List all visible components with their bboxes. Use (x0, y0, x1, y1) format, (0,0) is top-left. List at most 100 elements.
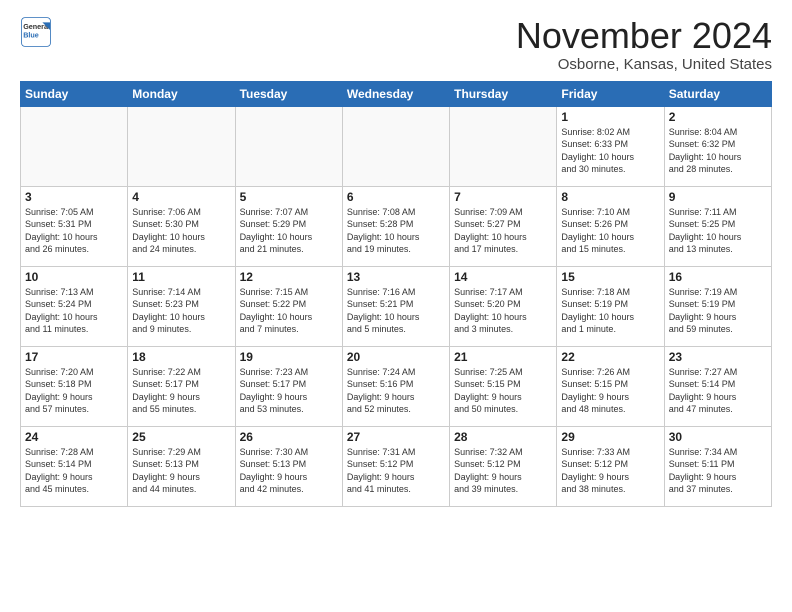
weekday-header-saturday: Saturday (664, 81, 771, 106)
day-number: 13 (347, 270, 445, 284)
day-cell: 26Sunrise: 7:30 AM Sunset: 5:13 PM Dayli… (235, 426, 342, 506)
svg-text:Blue: Blue (23, 31, 39, 40)
weekday-header-sunday: Sunday (21, 81, 128, 106)
day-info: Sunrise: 7:20 AM Sunset: 5:18 PM Dayligh… (25, 366, 123, 416)
day-cell: 12 Sunrise: 7:15 AM Sunset: 5:22 PM Dayli… (235, 266, 342, 346)
day-cell: 5Sunrise: 7:07 AM Sunset: 5:29 PM Daylig… (235, 186, 342, 266)
day-cell (21, 106, 128, 186)
day-info: Sunrise: 7:13 AM Sunset: 5:24 PM Dayligh… (25, 286, 123, 336)
day-cell: 22 Sunrise: 7:26 AM Sunset: 5:15 PM Dayli… (557, 346, 664, 426)
calendar: SundayMondayTuesdayWednesdayThursdayFrid… (20, 81, 772, 507)
weekday-header-friday: Friday (557, 81, 664, 106)
day-cell: 15 Sunrise: 7:18 AM Sunset: 5:19 PM Dayli… (557, 266, 664, 346)
day-info: Sunrise: 7:11 AM Sunset: 5:25 PM Dayligh… (669, 206, 767, 256)
week-row-1: 3Sunrise: 7:05 AM Sunset: 5:31 PM Daylig… (21, 186, 772, 266)
day-cell: 6 Sunrise: 7:08 AM Sunset: 5:28 PM Daylig… (342, 186, 449, 266)
day-info: Sunrise: 7:10 AM Sunset: 5:26 PM Dayligh… (561, 206, 659, 256)
day-info: Sunrise: 7:22 AM Sunset: 5:17 PM Dayligh… (132, 366, 230, 416)
logo-icon: General Blue (20, 16, 52, 48)
day-cell (128, 106, 235, 186)
day-cell: 7Sunrise: 7:09 AM Sunset: 5:27 PM Daylig… (450, 186, 557, 266)
day-info: Sunrise: 7:19 AM Sunset: 5:19 PM Dayligh… (669, 286, 767, 336)
day-number: 26 (240, 430, 338, 444)
day-number: 21 (454, 350, 552, 364)
day-cell: 19 Sunrise: 7:23 AM Sunset: 5:17 PM Dayli… (235, 346, 342, 426)
day-cell: 23 Sunrise: 7:27 AM Sunset: 5:14 PM Dayli… (664, 346, 771, 426)
day-cell: 11Sunrise: 7:14 AM Sunset: 5:23 PM Dayli… (128, 266, 235, 346)
day-info: Sunrise: 7:06 AM Sunset: 5:30 PM Dayligh… (132, 206, 230, 256)
day-cell: 17 Sunrise: 7:20 AM Sunset: 5:18 PM Dayli… (21, 346, 128, 426)
day-number: 23 (669, 350, 767, 364)
day-cell: 28Sunrise: 7:32 AM Sunset: 5:12 PM Dayli… (450, 426, 557, 506)
weekday-header-monday: Monday (128, 81, 235, 106)
day-number: 12 (240, 270, 338, 284)
title-block: November 2024 Osborne, Kansas, United St… (516, 16, 772, 73)
day-cell: 10 Sunrise: 7:13 AM Sunset: 5:24 PM Dayli… (21, 266, 128, 346)
day-cell: 27Sunrise: 7:31 AM Sunset: 5:12 PM Dayli… (342, 426, 449, 506)
day-cell (450, 106, 557, 186)
day-info: Sunrise: 7:23 AM Sunset: 5:17 PM Dayligh… (240, 366, 338, 416)
day-number: 18 (132, 350, 230, 364)
day-info: Sunrise: 7:28 AM Sunset: 5:14 PM Dayligh… (25, 446, 123, 496)
day-info: Sunrise: 7:08 AM Sunset: 5:28 PM Dayligh… (347, 206, 445, 256)
day-cell: 9 Sunrise: 7:11 AM Sunset: 5:25 PM Daylig… (664, 186, 771, 266)
day-number: 9 (669, 190, 767, 204)
weekday-header-tuesday: Tuesday (235, 81, 342, 106)
day-info: Sunrise: 7:25 AM Sunset: 5:15 PM Dayligh… (454, 366, 552, 416)
day-info: Sunrise: 7:09 AM Sunset: 5:27 PM Dayligh… (454, 206, 552, 256)
day-number: 11 (132, 270, 230, 284)
day-info: Sunrise: 8:04 AM Sunset: 6:32 PM Dayligh… (669, 126, 767, 176)
day-number: 5 (240, 190, 338, 204)
day-info: Sunrise: 7:26 AM Sunset: 5:15 PM Dayligh… (561, 366, 659, 416)
day-number: 16 (669, 270, 767, 284)
day-number: 14 (454, 270, 552, 284)
week-row-4: 24 Sunrise: 7:28 AM Sunset: 5:14 PM Dayli… (21, 426, 772, 506)
day-cell: 2 Sunrise: 8:04 AM Sunset: 6:32 PM Daylig… (664, 106, 771, 186)
day-number: 6 (347, 190, 445, 204)
day-number: 10 (25, 270, 123, 284)
day-info: Sunrise: 7:29 AM Sunset: 5:13 PM Dayligh… (132, 446, 230, 496)
day-info: Sunrise: 7:27 AM Sunset: 5:14 PM Dayligh… (669, 366, 767, 416)
day-info: Sunrise: 7:34 AM Sunset: 5:11 PM Dayligh… (669, 446, 767, 496)
day-number: 20 (347, 350, 445, 364)
day-cell: 25Sunrise: 7:29 AM Sunset: 5:13 PM Dayli… (128, 426, 235, 506)
day-info: Sunrise: 7:15 AM Sunset: 5:22 PM Dayligh… (240, 286, 338, 336)
day-cell: 4 Sunrise: 7:06 AM Sunset: 5:30 PM Daylig… (128, 186, 235, 266)
day-info: Sunrise: 7:05 AM Sunset: 5:31 PM Dayligh… (25, 206, 123, 256)
day-info: Sunrise: 7:24 AM Sunset: 5:16 PM Dayligh… (347, 366, 445, 416)
day-cell: 1Sunrise: 8:02 AM Sunset: 6:33 PM Daylig… (557, 106, 664, 186)
day-info: Sunrise: 7:32 AM Sunset: 5:12 PM Dayligh… (454, 446, 552, 496)
day-info: Sunrise: 7:33 AM Sunset: 5:12 PM Dayligh… (561, 446, 659, 496)
header: General Blue November 2024 Osborne, Kans… (20, 16, 772, 73)
day-info: Sunrise: 7:17 AM Sunset: 5:20 PM Dayligh… (454, 286, 552, 336)
day-cell: 21 Sunrise: 7:25 AM Sunset: 5:15 PM Dayli… (450, 346, 557, 426)
day-cell: 3Sunrise: 7:05 AM Sunset: 5:31 PM Daylig… (21, 186, 128, 266)
day-cell: 18 Sunrise: 7:22 AM Sunset: 5:17 PM Dayli… (128, 346, 235, 426)
day-number: 4 (132, 190, 230, 204)
day-cell: 24 Sunrise: 7:28 AM Sunset: 5:14 PM Dayli… (21, 426, 128, 506)
day-info: Sunrise: 7:18 AM Sunset: 5:19 PM Dayligh… (561, 286, 659, 336)
day-number: 15 (561, 270, 659, 284)
day-number: 19 (240, 350, 338, 364)
day-number: 22 (561, 350, 659, 364)
logo: General Blue (20, 16, 54, 48)
day-number: 24 (25, 430, 123, 444)
day-number: 30 (669, 430, 767, 444)
day-cell: 29 Sunrise: 7:33 AM Sunset: 5:12 PM Dayli… (557, 426, 664, 506)
day-number: 29 (561, 430, 659, 444)
location: Osborne, Kansas, United States (516, 56, 772, 73)
day-info: Sunrise: 8:02 AM Sunset: 6:33 PM Dayligh… (561, 126, 659, 176)
day-info: Sunrise: 7:16 AM Sunset: 5:21 PM Dayligh… (347, 286, 445, 336)
day-cell: 16 Sunrise: 7:19 AM Sunset: 5:19 PM Dayli… (664, 266, 771, 346)
day-cell: 20 Sunrise: 7:24 AM Sunset: 5:16 PM Dayli… (342, 346, 449, 426)
day-cell: 13 Sunrise: 7:16 AM Sunset: 5:21 PM Dayli… (342, 266, 449, 346)
page: General Blue November 2024 Osborne, Kans… (0, 0, 792, 612)
week-row-0: 1Sunrise: 8:02 AM Sunset: 6:33 PM Daylig… (21, 106, 772, 186)
week-row-2: 10 Sunrise: 7:13 AM Sunset: 5:24 PM Dayli… (21, 266, 772, 346)
day-number: 17 (25, 350, 123, 364)
day-info: Sunrise: 7:31 AM Sunset: 5:12 PM Dayligh… (347, 446, 445, 496)
day-cell (235, 106, 342, 186)
day-cell (342, 106, 449, 186)
day-number: 2 (669, 110, 767, 124)
week-row-3: 17 Sunrise: 7:20 AM Sunset: 5:18 PM Dayli… (21, 346, 772, 426)
